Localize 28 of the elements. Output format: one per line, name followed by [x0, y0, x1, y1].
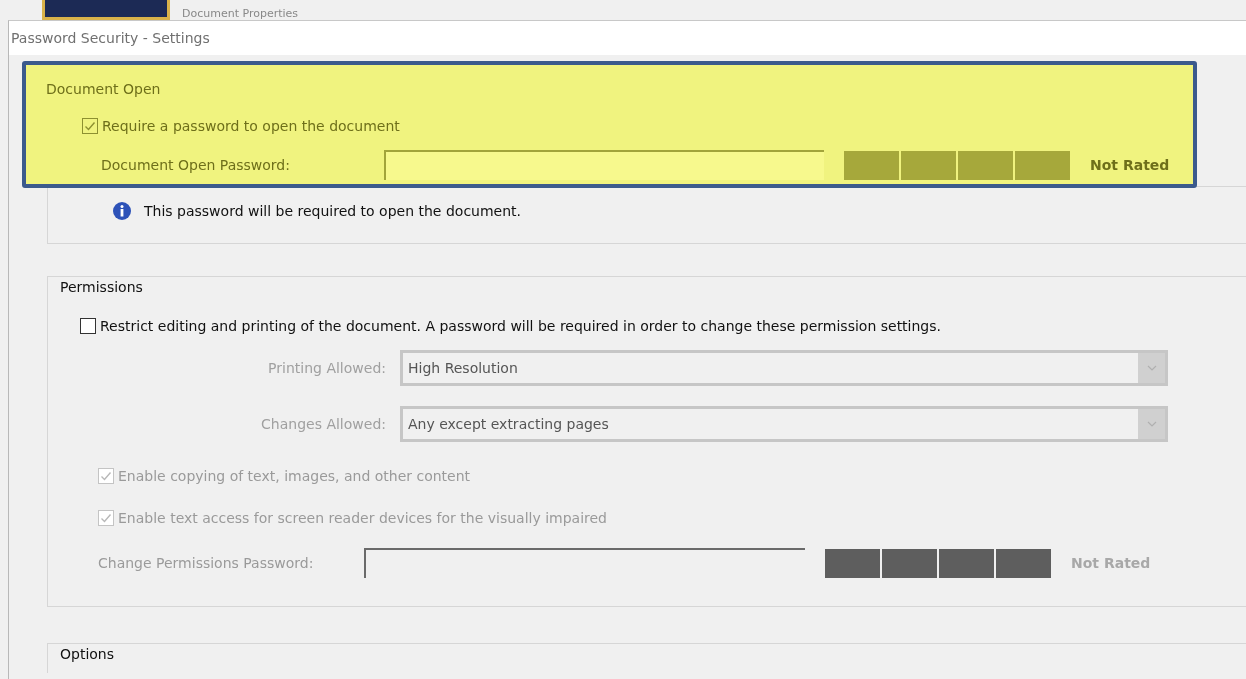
chevron-down-icon: [1138, 353, 1165, 383]
strength-meter-segment: [996, 548, 1051, 578]
strength-meter-segment: [958, 150, 1013, 180]
group-heading: Document Open: [46, 81, 161, 97]
checkbox-label: Require a password to open the document: [102, 118, 400, 134]
info-text: This password will be required to open the document.: [144, 203, 521, 219]
checkbox-label: Enable copying of text, images, and other content: [118, 468, 471, 484]
field-label: Change Permissions Password:: [98, 555, 315, 571]
strength-meter-segment: [882, 548, 937, 578]
strength-meter-segment: [1015, 150, 1070, 180]
field-label: Printing Allowed:: [267, 360, 387, 376]
strength-meter-segment: [825, 548, 880, 578]
strength-rating: Not Rated: [1071, 555, 1151, 571]
dialog-title: Password Security - Settings: [11, 30, 210, 46]
chevron-down-icon: [1138, 409, 1165, 439]
strength-rating: Not Rated: [1090, 157, 1170, 173]
password-field[interactable]: [384, 150, 824, 180]
checkbox[interactable]: [80, 318, 96, 334]
strength-meter-segment: [844, 150, 899, 180]
info-icon: [112, 201, 132, 221]
field-label: Document Open Password:: [101, 157, 291, 173]
strength-meter-segment: [901, 150, 956, 180]
strength-meter-segment: [939, 548, 994, 578]
window-title: Document Properties: [182, 7, 299, 20]
field-label: Changes Allowed:: [260, 416, 387, 432]
checkbox-label: Restrict editing and printing of the document. A password will be required in order to change these permission settings.: [100, 318, 941, 334]
checkbox-label: Enable text access for screen reader devices for the visually impaired: [118, 510, 607, 526]
checkbox[interactable]: [82, 118, 98, 134]
